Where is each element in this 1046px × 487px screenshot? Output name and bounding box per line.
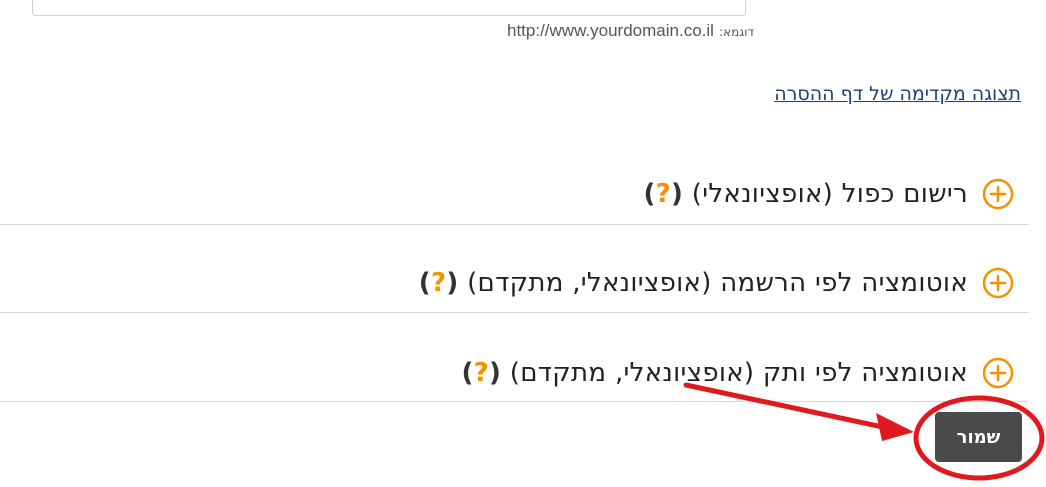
unsubscribe-page-preview-link[interactable]: תצוגה מקדימה של דף ההסרה [774,83,1021,105]
plus-circle-icon[interactable] [982,357,1014,389]
help-icon[interactable]: ? [656,179,671,209]
example-url: http://www.yourdomain.co.il [507,21,714,40]
section-automation-by-seniority: אוטומציה לפי ותק (אופציונאלי, מתקדם) (?) [0,313,1029,402]
section-title: אוטומציה לפי ותק (אופציונאלי, מתקדם) (?) [461,358,968,388]
url-example-hint: דוגמא: http://www.yourdomain.co.il [507,21,754,41]
website-url-input[interactable] [32,0,746,16]
section-header-duplicate-registration[interactable]: רישום כפול (אופציונאלי) (?) [643,178,1014,210]
page: דוגמא: http://www.yourdomain.co.il תצוגה… [0,0,1046,487]
section-title: רישום כפול (אופציונאלי) (?) [643,179,968,209]
section-title: אוטומציה לפי הרשמה (אופציונאלי, מתקדם) (… [418,268,968,298]
help-icon[interactable]: ? [474,358,489,388]
help-icon[interactable]: ? [431,268,446,298]
section-duplicate-registration: רישום כפול (אופציונאלי) (?) [0,146,1029,225]
section-title-text: רישום כפול (אופציונאלי) [691,179,968,209]
plus-circle-icon[interactable] [982,178,1014,210]
section-title-text: אוטומציה לפי ותק (אופציונאלי, מתקדם) [509,358,968,388]
save-button[interactable]: שמור [935,412,1022,462]
section-automation-by-registration: אוטומציה לפי הרשמה (אופציונאלי, מתקדם) (… [0,225,1029,313]
section-header-automation-by-registration[interactable]: אוטומציה לפי הרשמה (אופציונאלי, מתקדם) (… [419,267,1014,299]
section-header-automation-by-seniority[interactable]: אוטומציה לפי ותק (אופציונאלי, מתקדם) (?) [461,357,1014,389]
section-title-text: אוטומציה לפי הרשמה (אופציונאלי, מתקדם) [467,268,968,298]
plus-circle-icon[interactable] [982,267,1014,299]
annotation-arrow-head [876,413,914,441]
example-label: דוגמא: [719,25,754,39]
